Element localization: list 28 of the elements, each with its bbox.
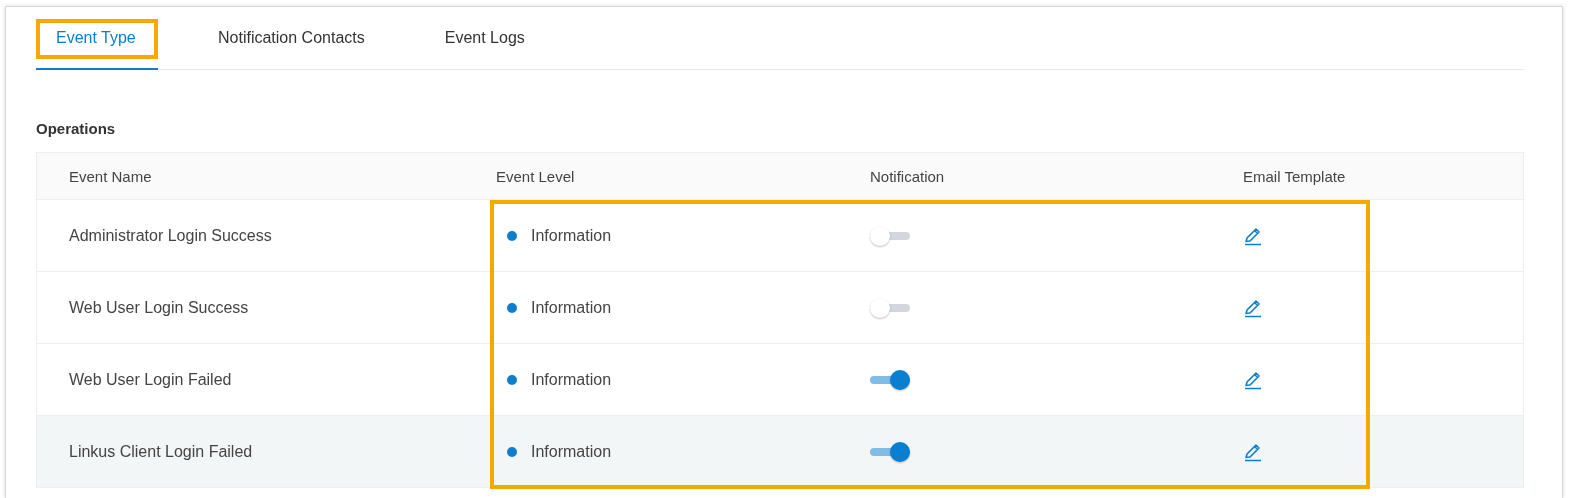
status-dot <box>507 446 517 457</box>
event-name: Linkus Client Login Failed <box>69 442 253 461</box>
event-level: Information <box>531 370 612 389</box>
event-level: Information <box>531 442 612 461</box>
status-dot <box>507 302 517 313</box>
event-name: Web User Login Failed <box>69 370 232 389</box>
column-header: Notification <box>870 167 945 185</box>
status-dot <box>507 374 517 385</box>
edit-icon[interactable] <box>1243 297 1263 318</box>
column-header: Email Template <box>1243 167 1346 185</box>
notification-toggle[interactable] <box>870 225 910 246</box>
edit-icon[interactable] <box>1243 441 1263 462</box>
tab[interactable]: Notification Contacts <box>218 7 365 70</box>
tab[interactable]: Event Type <box>36 7 158 70</box>
event-name: Web User Login Success <box>69 298 249 317</box>
edit-icon[interactable] <box>1243 225 1263 246</box>
notification-toggle[interactable] <box>870 441 910 462</box>
notification-toggle[interactable] <box>870 297 910 318</box>
tab[interactable]: Event Logs <box>444 7 525 70</box>
section-title: Operations <box>36 120 117 137</box>
event-name: Administrator Login Success <box>69 226 272 245</box>
status-dot <box>507 230 517 241</box>
notification-toggle[interactable] <box>870 369 910 390</box>
event-level: Information <box>531 226 612 245</box>
event-level: Information <box>531 298 612 317</box>
column-header: Event Level <box>496 167 575 185</box>
edit-icon[interactable] <box>1243 369 1263 390</box>
column-header: Event Name <box>69 167 152 185</box>
